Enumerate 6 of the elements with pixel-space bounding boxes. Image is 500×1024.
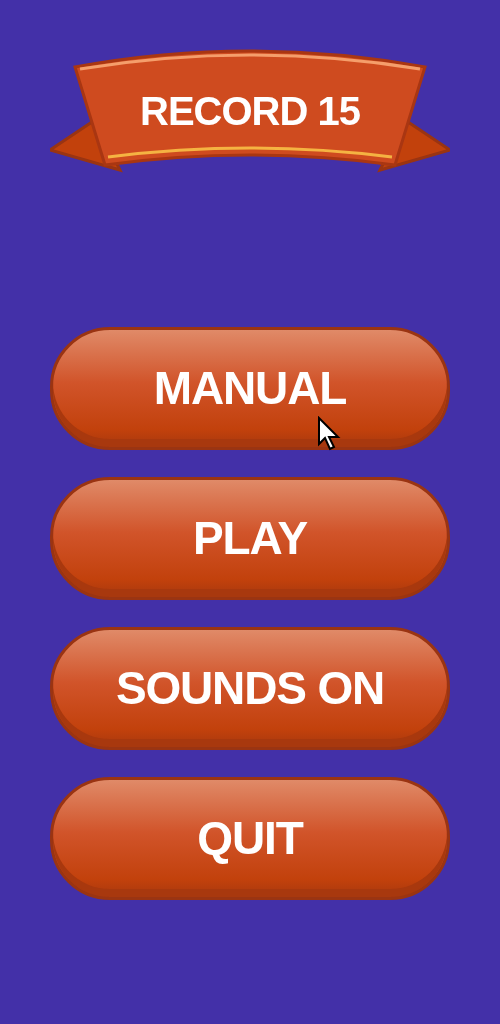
- menu-button[interactable]: SOUNDS ON: [50, 627, 450, 750]
- menu-button[interactable]: QUIT: [50, 777, 450, 900]
- menu-button[interactable]: PLAY: [50, 477, 450, 600]
- cursor-icon: [317, 416, 341, 452]
- menu-button[interactable]: MANUAL: [50, 327, 450, 450]
- record-label: RECORD 15: [140, 88, 360, 135]
